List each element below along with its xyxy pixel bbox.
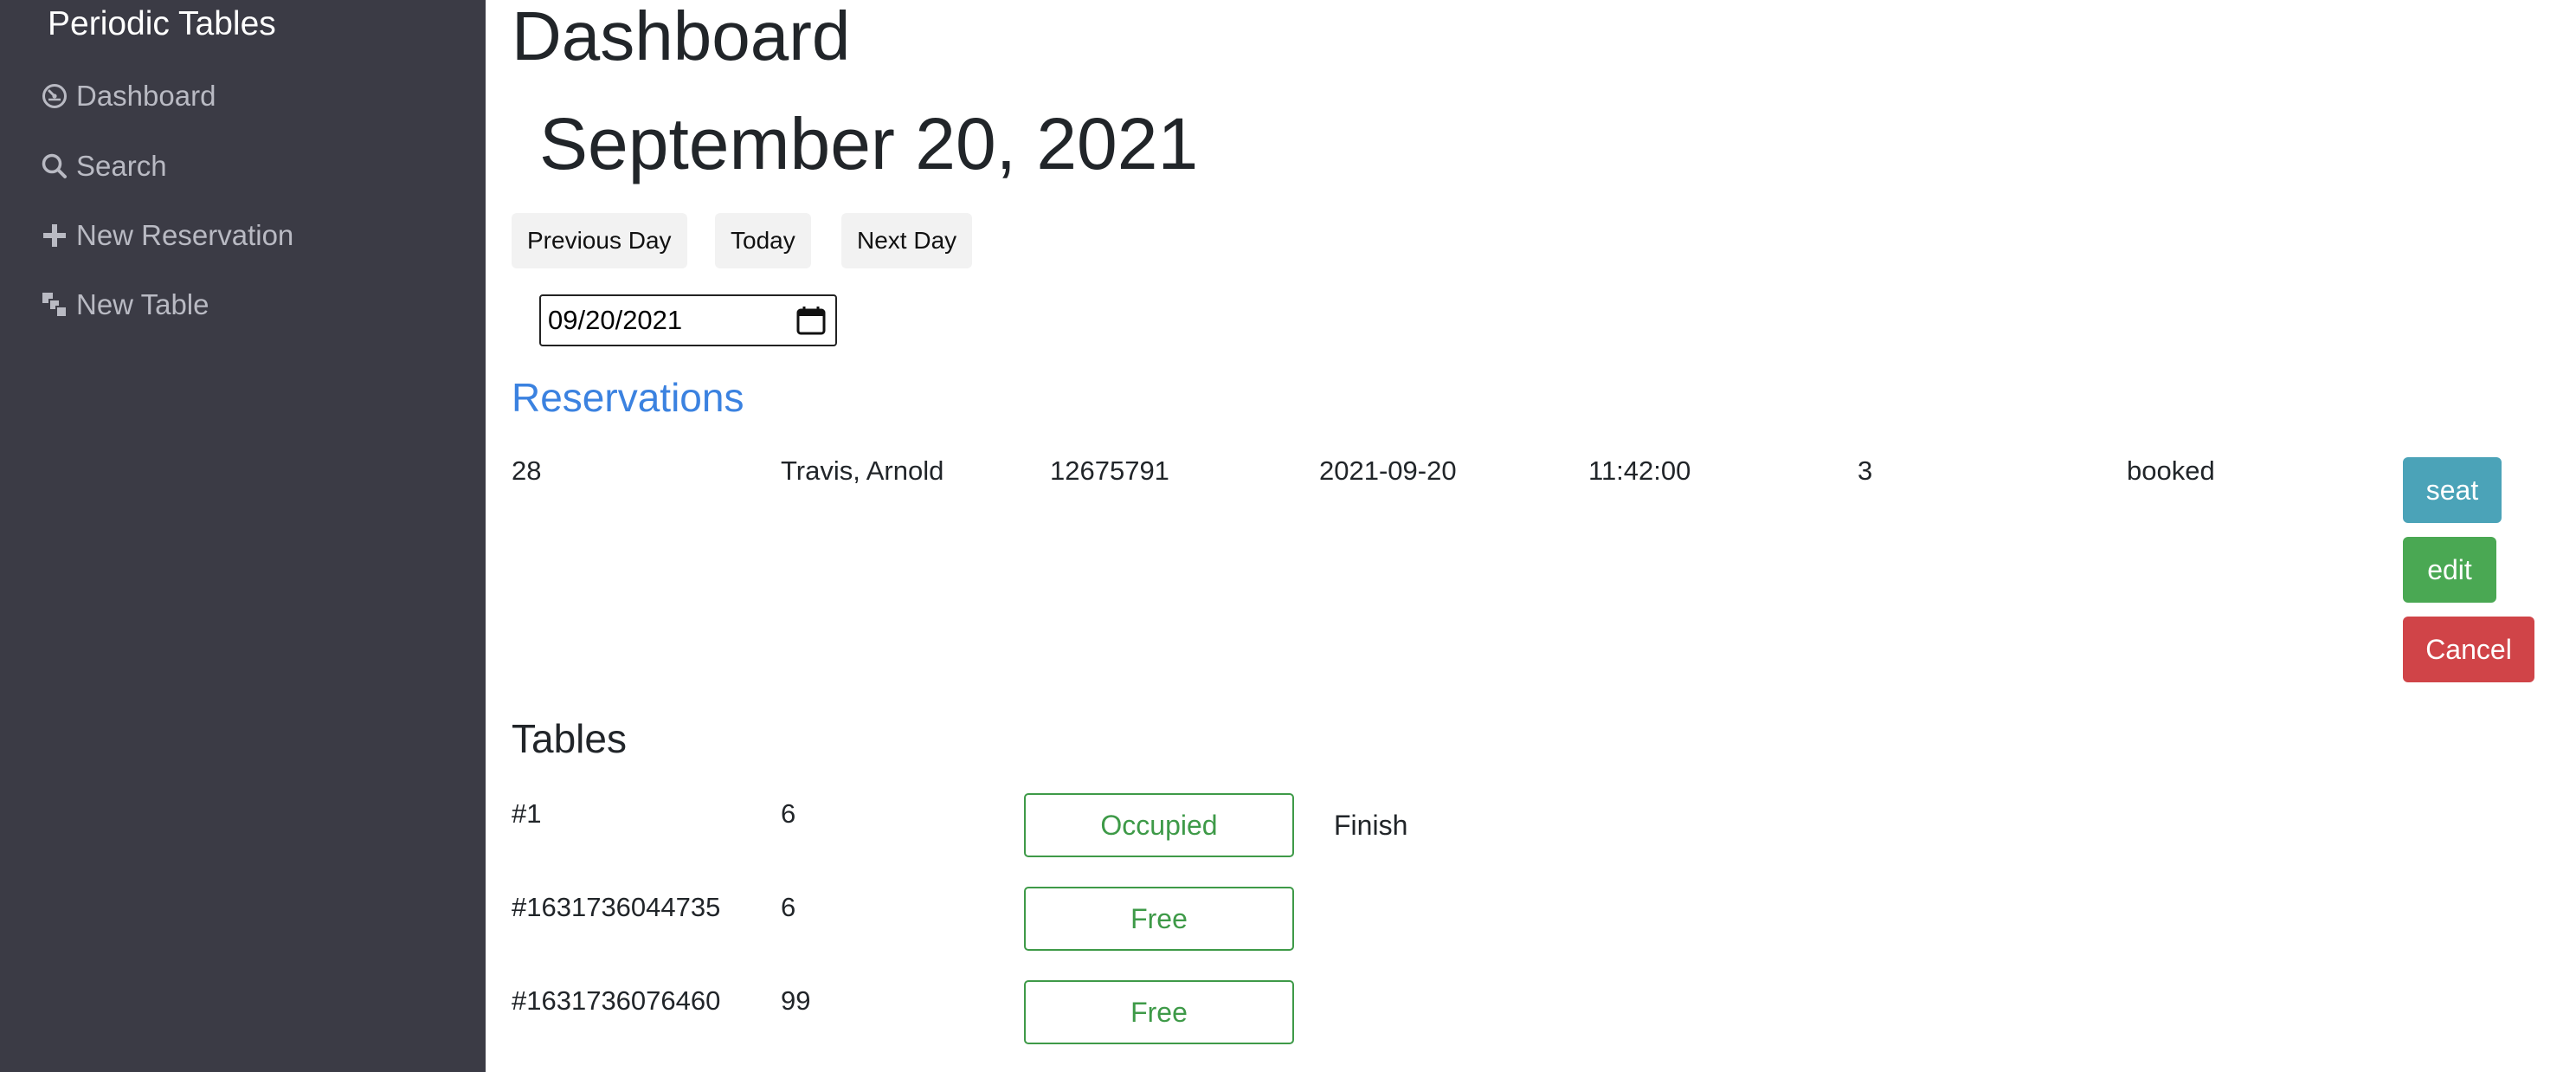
table-capacity: 6 xyxy=(781,798,796,829)
sidebar-item-label: New Reservation xyxy=(76,219,294,251)
table-status-button[interactable]: Free xyxy=(1024,887,1294,951)
table-status-button[interactable]: Free xyxy=(1024,980,1294,1044)
main-content: Dashboard September 20, 2021 Previous Da… xyxy=(512,0,2576,1072)
sidebar-item-label: Dashboard xyxy=(76,80,216,112)
finish-button[interactable]: Finish xyxy=(1330,793,1411,857)
date-field[interactable]: 09/20/2021 xyxy=(539,294,837,346)
sidebar-item-label: Search xyxy=(76,150,167,182)
reservation-id: 28 xyxy=(512,455,542,486)
calendar-icon[interactable] xyxy=(795,305,827,336)
previous-day-button[interactable]: Previous Day xyxy=(512,213,687,268)
layers-icon xyxy=(38,288,71,321)
reservation-mobile: 12675791 xyxy=(1050,455,1169,486)
plus-icon xyxy=(38,219,71,252)
tables-heading: Tables xyxy=(512,716,627,761)
brand-title[interactable]: Periodic Tables xyxy=(48,5,276,43)
next-day-button[interactable]: Next Day xyxy=(841,213,973,268)
search-icon xyxy=(38,150,71,183)
today-button[interactable]: Today xyxy=(715,213,811,268)
table-capacity: 99 xyxy=(781,985,811,1016)
sidebar: Periodic Tables Dashboard Search New Res… xyxy=(0,0,486,1072)
sidebar-item-new-table[interactable]: New Table xyxy=(38,283,209,326)
date-heading: September 20, 2021 xyxy=(539,103,1199,184)
sidebar-item-search[interactable]: Search xyxy=(38,145,167,188)
reservation-status: booked xyxy=(2127,455,2215,486)
edit-button[interactable]: edit xyxy=(2403,537,2496,603)
table-name: #1631736076460 xyxy=(512,985,721,1016)
page-title: Dashboard xyxy=(512,0,851,74)
table-name: #1631736044735 xyxy=(512,892,721,922)
sidebar-item-new-reservation[interactable]: New Reservation xyxy=(38,214,293,257)
reservation-people: 3 xyxy=(1858,455,1873,486)
date-field-value: 09/20/2021 xyxy=(548,305,683,335)
cancel-button[interactable]: Cancel xyxy=(2403,617,2534,682)
table-capacity: 6 xyxy=(781,892,796,922)
sidebar-item-dashboard[interactable]: Dashboard xyxy=(38,74,216,118)
reservation-date: 2021-09-20 xyxy=(1319,455,1457,486)
dashboard-icon xyxy=(38,80,71,113)
table-name: #1 xyxy=(512,798,542,829)
seat-button[interactable]: seat xyxy=(2403,457,2502,523)
reservations-heading: Reservations xyxy=(512,375,744,420)
table-status-button[interactable]: Occupied xyxy=(1024,793,1294,857)
reservation-name: Travis, Arnold xyxy=(781,455,944,486)
reservation-time: 11:42:00 xyxy=(1588,455,1691,486)
sidebar-item-label: New Table xyxy=(76,288,209,320)
